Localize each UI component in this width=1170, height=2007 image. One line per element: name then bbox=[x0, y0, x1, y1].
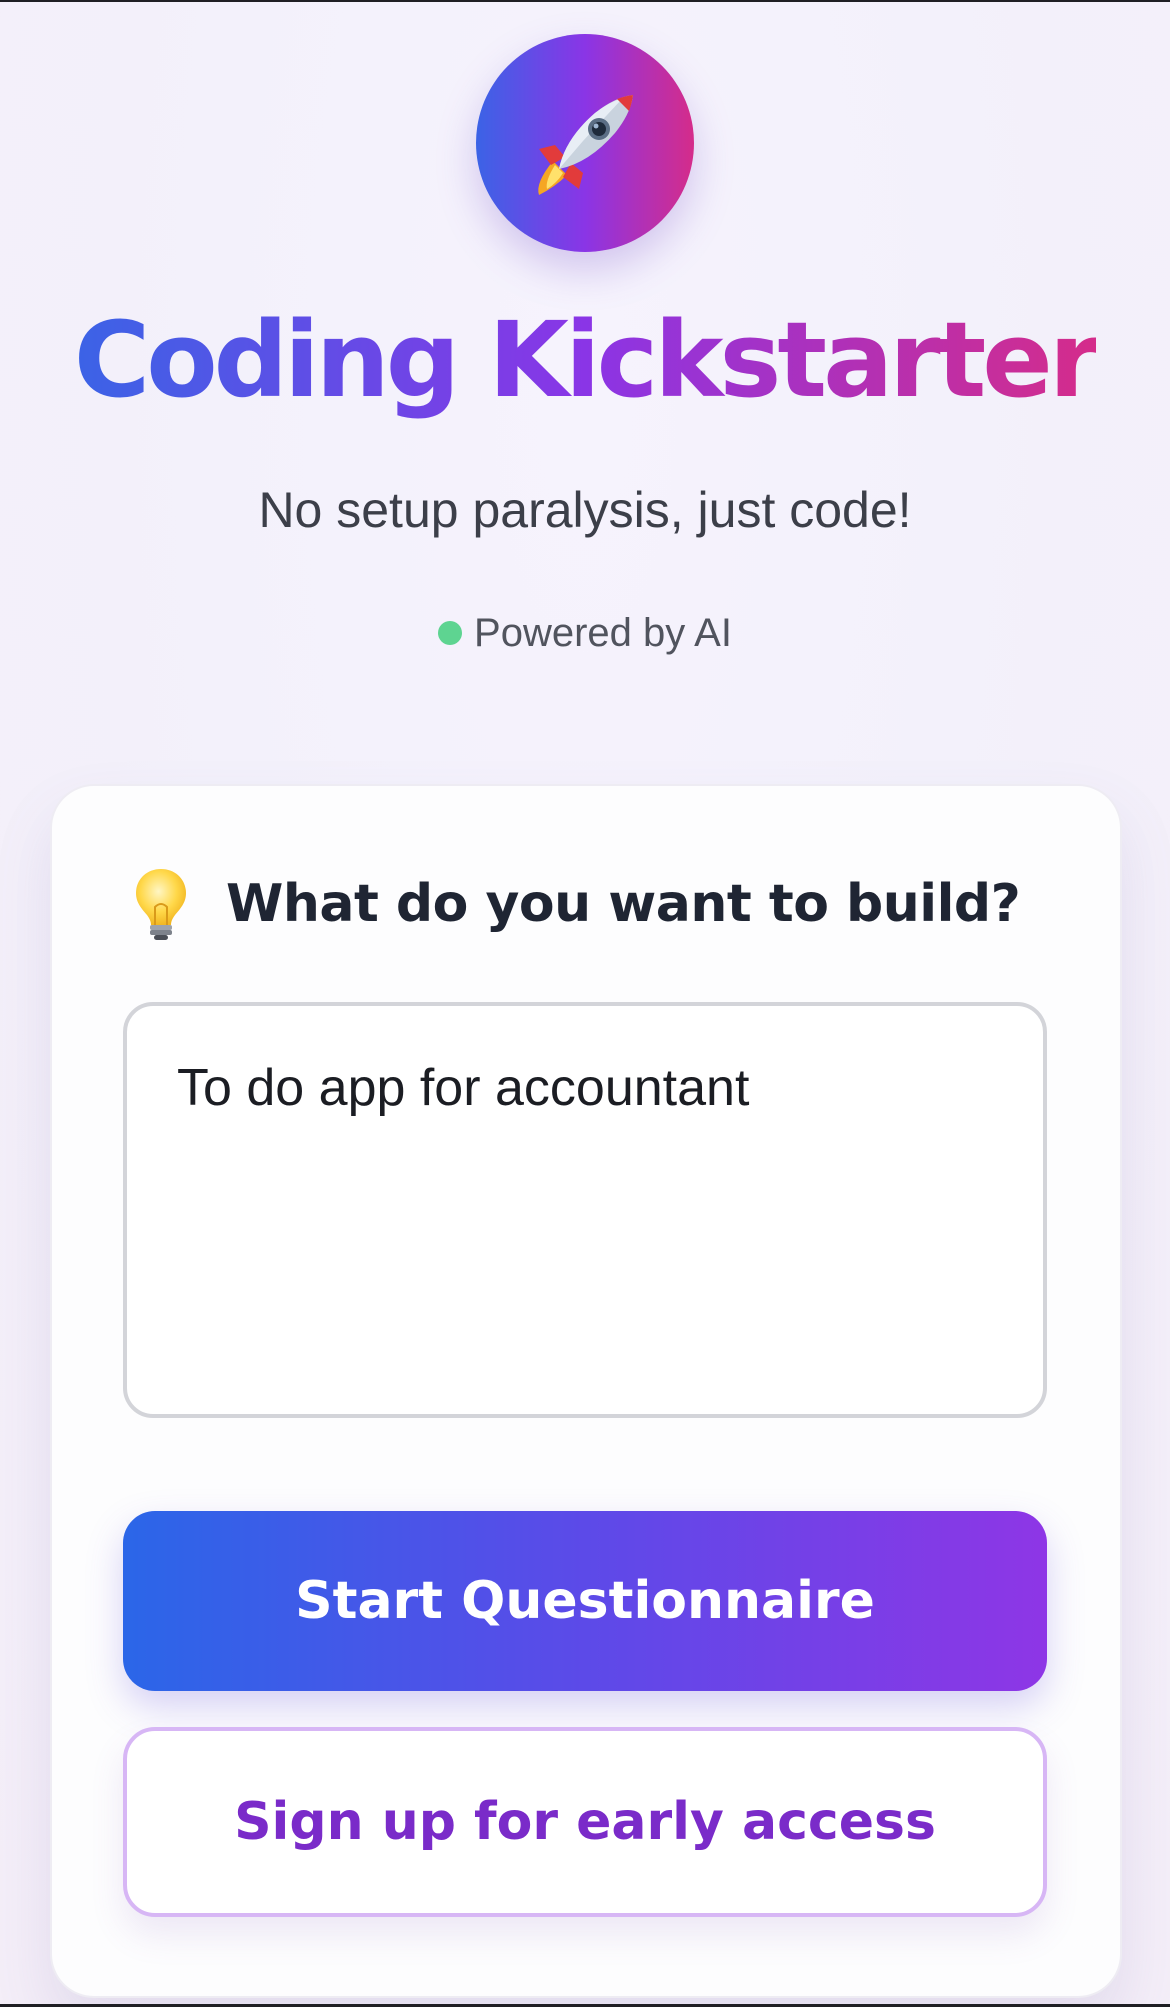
early-access-signup-button[interactable]: Sign up for early access bbox=[123, 1727, 1047, 1917]
app-logo bbox=[476, 34, 694, 252]
powered-by-label: Powered by AI bbox=[474, 611, 732, 655]
app-tagline: No setup paralysis, just code! bbox=[258, 482, 912, 538]
status-dot-icon bbox=[438, 621, 463, 645]
question-header: What do you want to build? bbox=[134, 864, 1021, 944]
project-idea-value: To do app for accountant bbox=[177, 1059, 750, 1117]
rocket-icon bbox=[538, 95, 633, 195]
lightbulb-icon bbox=[136, 869, 186, 940]
powered-by-badge: Powered by AI bbox=[0, 608, 1170, 658]
question-label: What do you want to build? bbox=[226, 874, 1021, 934]
project-idea-input[interactable]: To do app for accountant bbox=[123, 1002, 1047, 1418]
top-edge-line bbox=[0, 0, 1170, 2]
app-title: Coding Kickstarter bbox=[73, 299, 1100, 421]
start-questionnaire-button[interactable]: Start Questionnaire bbox=[123, 1511, 1047, 1691]
